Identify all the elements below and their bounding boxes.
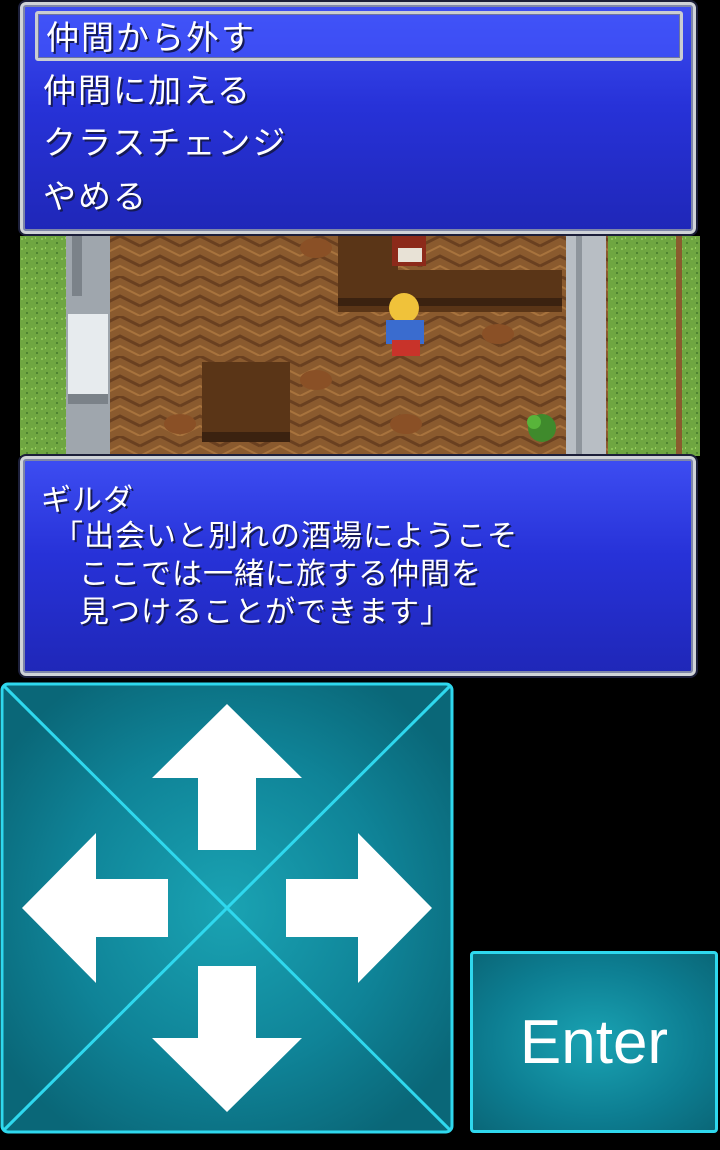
tavern-map <box>20 236 700 456</box>
menu-item-quit[interactable]: やめる <box>43 173 148 221</box>
game-scene-tavern <box>20 236 700 456</box>
menu-item-class-change[interactable]: クラスチェンジ <box>43 119 287 167</box>
dpad <box>0 682 454 1134</box>
enter-button-label: Enter <box>519 1007 669 1077</box>
menu-item-remove-member[interactable]: 仲間から外す <box>35 11 683 61</box>
enter-button[interactable]: Enter <box>470 951 718 1133</box>
menu-item-add-member[interactable]: 仲間に加える <box>43 67 252 115</box>
dialog-window: ギルダ 「出会いと別れの酒場にようこそ ここでは一緒に旅する仲間を 見つけること… <box>20 456 696 676</box>
command-menu-window: 仲間から外す 仲間に加える クラスチェンジ やめる <box>20 2 696 234</box>
dialog-line-3: 見つけることができます」 <box>79 595 451 630</box>
